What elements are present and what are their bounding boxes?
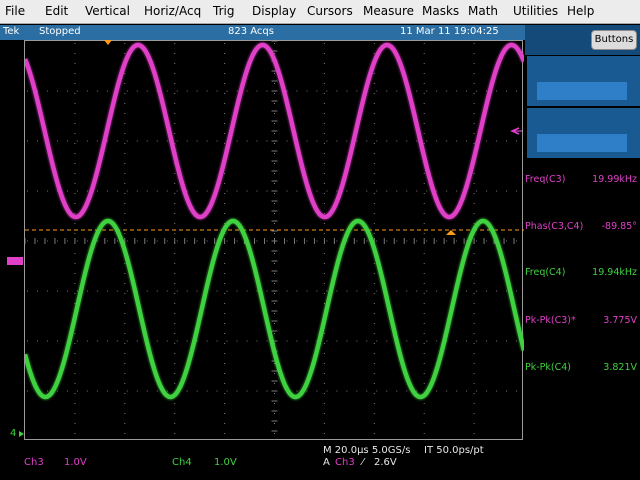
interpolation-readout[interactable]: IT 50.0ps/pt [424, 445, 484, 456]
trigger-slope-icon: ⁄ [362, 457, 364, 468]
trigger-prefix: A [323, 457, 330, 468]
ch4-ground-arrow[interactable] [19, 431, 24, 437]
trigger-source[interactable]: Ch3 [335, 457, 355, 468]
ch3-name[interactable]: Ch3 [24, 457, 44, 468]
timebase-readout[interactable]: M 20.0µs 5.0GS/s [323, 445, 410, 456]
trigger-position-marker[interactable] [104, 40, 112, 45]
trigger-level-marker[interactable] [446, 230, 456, 235]
ch3-scale[interactable]: 1.0V [64, 457, 87, 468]
ch4-scale[interactable]: 1.0V [214, 457, 237, 468]
ch3-ground-marker[interactable] [7, 257, 23, 265]
trigger-level[interactable]: 2.6V [374, 457, 397, 468]
ch4-name[interactable]: Ch4 [172, 457, 192, 468]
ch4-ground-label: 4 [10, 428, 17, 439]
marker-overlay [7, 40, 522, 437]
